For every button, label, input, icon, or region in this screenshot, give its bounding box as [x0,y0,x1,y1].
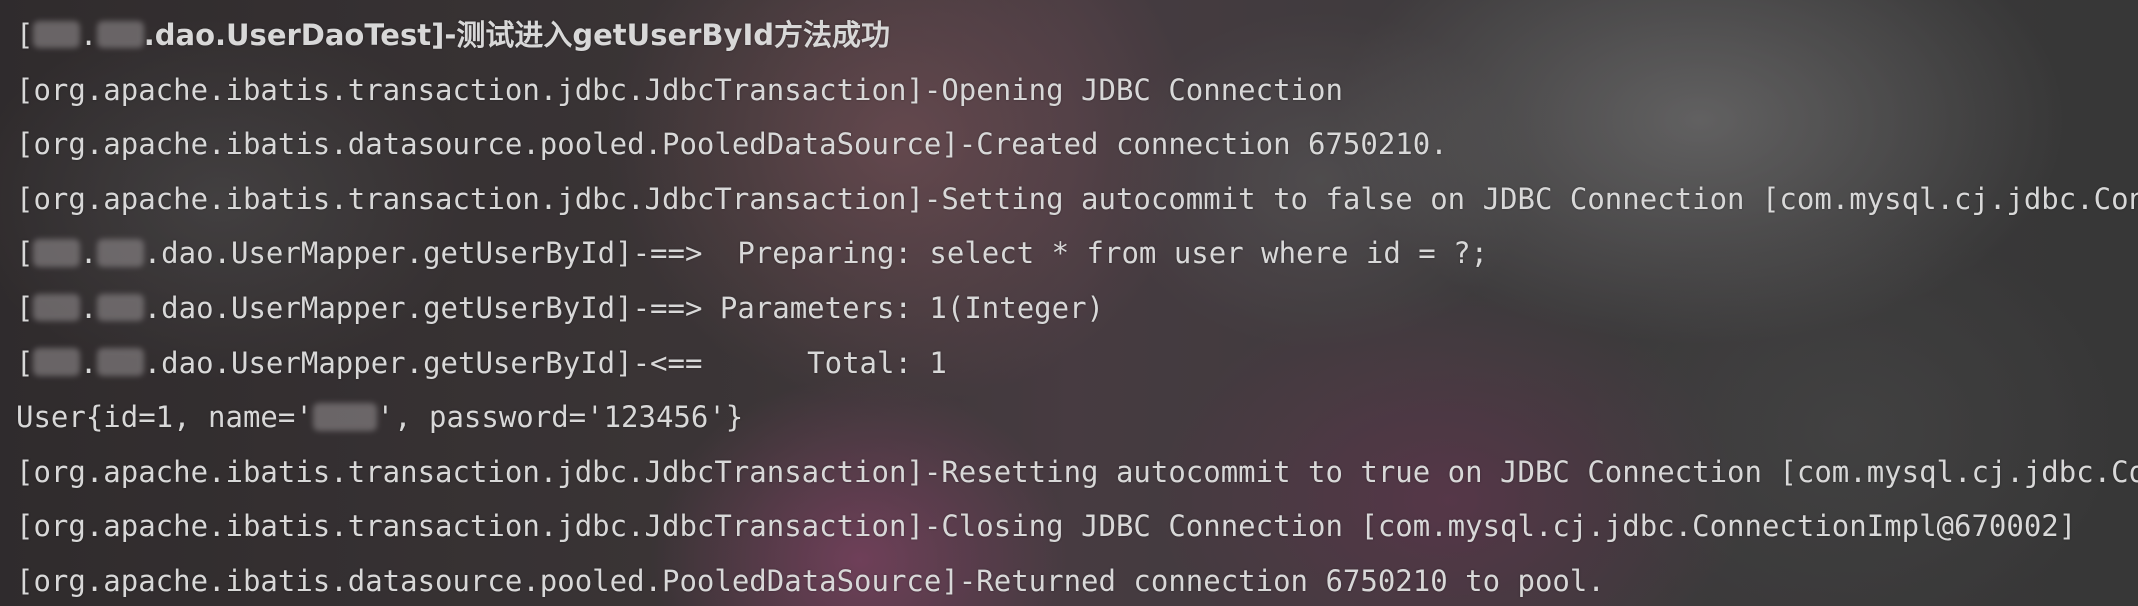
line-open-bracket: [ [16,18,34,52]
redacted-package-segment [33,239,80,267]
console-line-user-result: User{id=1, name=' ', password='123456'} [16,396,2138,451]
redacted-user-name [312,403,377,431]
line-dot: . [79,236,98,271]
line-dot: . [79,18,98,52]
console-line-created-connection: [org.apache.ibatis.datasource.pooled.Poo… [16,127,1448,162]
console-lines: [. .dao.UserDaoTest]-测试进入getUserById方法成功 … [16,14,2138,606]
redacted-package-segment [97,293,144,322]
console-line-autocommit-true: [org.apache.ibatis.transaction.jdbc.Jdbc… [16,454,2138,489]
console-line-returned-connection: [org.apache.ibatis.datasource.pooled.Poo… [16,563,1605,598]
console-line-parameters: [. .dao.UserMapper.getUserById]-==> Param… [16,287,2138,342]
redacted-package-segment [33,293,80,322]
line-rest: .dao.UserMapper.getUserById]-<== Total: … [143,345,947,380]
user-result-suffix: ', password='123456'} [376,400,744,435]
console-line-closing-connection: [org.apache.ibatis.transaction.jdbc.Jdbc… [16,509,2077,544]
redacted-package-segment [33,20,80,49]
redacted-package-segment [97,20,144,49]
line-rest: .dao.UserDaoTest]-测试进入getUserById方法成功 [143,18,890,52]
line-dot: . [79,290,98,325]
line-open-bracket: [ [16,236,34,271]
console-line-opening-connection: [org.apache.ibatis.transaction.jdbc.Jdbc… [16,72,1343,107]
line-open-bracket: [ [16,290,34,325]
console-line-total: [. .dao.UserMapper.getUserById]-<== Total… [16,342,2138,397]
user-result-prefix: User{id=1, name=' [16,400,313,435]
line-dot: . [79,345,98,380]
redacted-package-segment [97,239,144,267]
line-rest: .dao.UserMapper.getUserById]-==> Prepari… [143,236,1489,271]
redacted-package-segment [97,348,144,377]
console-output-panel[interactable]: [. .dao.UserDaoTest]-测试进入getUserById方法成功 … [0,0,2138,606]
line-open-bracket: [ [16,345,34,380]
line-rest: .dao.UserMapper.getUserById]-==> Paramet… [143,290,1104,325]
console-line-test-entry: [. .dao.UserDaoTest]-测试进入getUserById方法成功 [16,14,2138,69]
redacted-package-segment [33,348,80,377]
console-line-preparing-sql: [. .dao.UserMapper.getUserById]-==> Prepa… [16,232,2138,287]
console-line-autocommit-false: [org.apache.ibatis.transaction.jdbc.Jdbc… [16,181,2138,216]
